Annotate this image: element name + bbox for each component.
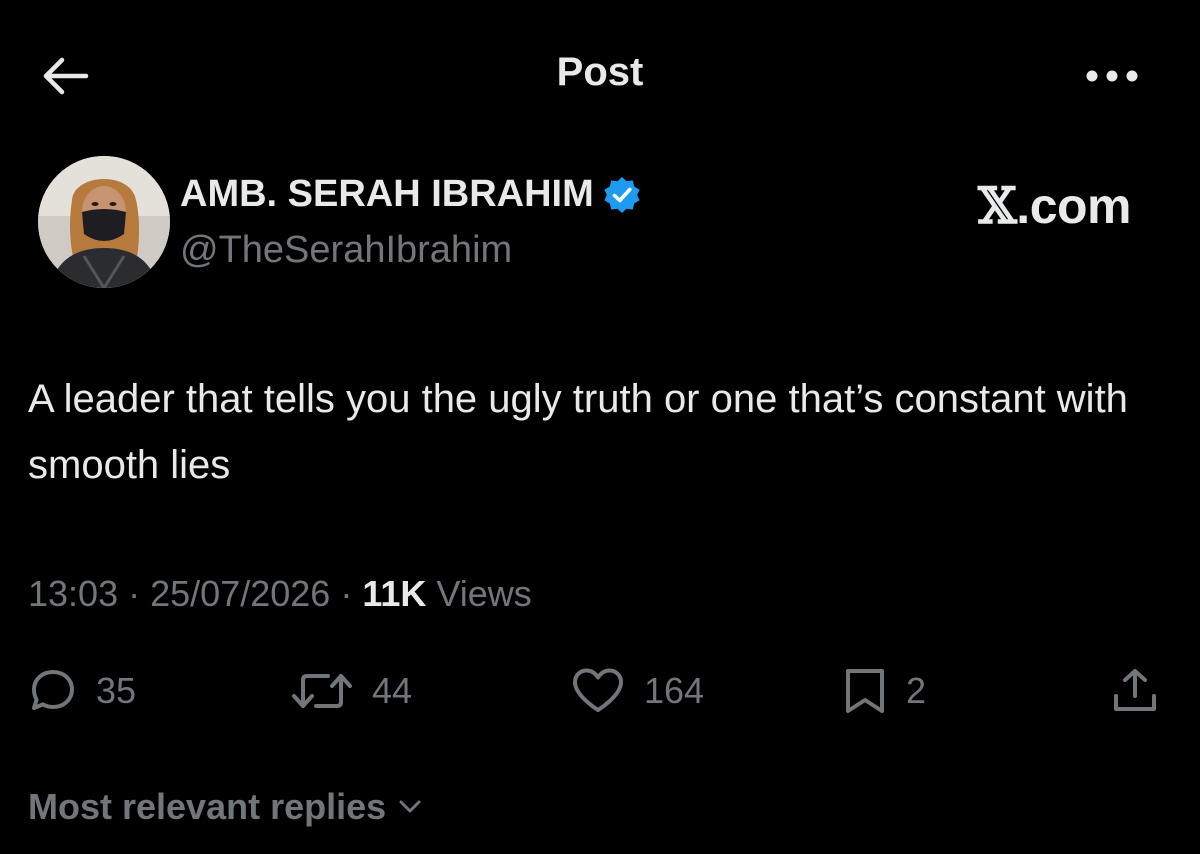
like-button[interactable]: 164 bbox=[570, 658, 704, 724]
replies-sort-dropdown[interactable]: Most relevant replies bbox=[28, 786, 424, 828]
bookmark-count: 2 bbox=[906, 670, 927, 711]
replies-sort-label: Most relevant replies bbox=[28, 786, 387, 827]
share-icon bbox=[1114, 669, 1156, 711]
views-label: Views bbox=[436, 573, 532, 614]
watermark-domain: .com bbox=[1016, 178, 1131, 234]
share-button[interactable] bbox=[1110, 658, 1160, 724]
profile-photo bbox=[38, 156, 170, 288]
x-com-watermark: 𝕏.com bbox=[978, 176, 1131, 235]
meta-separator: · bbox=[128, 573, 141, 614]
post-meta: 13:03 · 25/07/2026 · 11K Views bbox=[28, 573, 532, 615]
like-icon bbox=[573, 668, 623, 712]
author-handle[interactable]: @TheSerahIbrahim bbox=[180, 229, 512, 272]
arrow-left-icon bbox=[43, 57, 89, 95]
reply-icon bbox=[32, 670, 74, 710]
views-count: 11K bbox=[362, 573, 427, 614]
post-time[interactable]: 13:03 bbox=[28, 573, 118, 614]
reply-button[interactable]: 35 bbox=[28, 658, 136, 724]
repost-icon bbox=[292, 674, 352, 708]
repost-button[interactable]: 44 bbox=[290, 658, 412, 724]
chevron-down-icon bbox=[399, 800, 421, 813]
author-name-row[interactable]: AMB. SERAH IBRAHIM bbox=[180, 173, 642, 216]
author-name: AMB. SERAH IBRAHIM bbox=[180, 173, 594, 215]
page-title: Post bbox=[556, 50, 644, 94]
verified-badge-icon bbox=[604, 176, 640, 213]
back-button[interactable] bbox=[30, 46, 100, 106]
post-text: A leader that tells you the ugly truth o… bbox=[28, 377, 1128, 487]
repost-count: 44 bbox=[372, 670, 413, 711]
reply-count: 35 bbox=[96, 670, 137, 711]
avatar[interactable] bbox=[38, 156, 170, 288]
post-date[interactable]: 25/07/2026 bbox=[150, 573, 330, 614]
bookmark-icon bbox=[846, 669, 884, 713]
bookmark-button[interactable]: 2 bbox=[842, 658, 926, 724]
more-button[interactable] bbox=[1072, 46, 1152, 106]
meta-separator: · bbox=[340, 573, 353, 614]
x-logo-icon: 𝕏 bbox=[978, 176, 1017, 235]
like-count: 164 bbox=[644, 670, 705, 711]
more-horizontal-icon bbox=[1086, 70, 1138, 82]
